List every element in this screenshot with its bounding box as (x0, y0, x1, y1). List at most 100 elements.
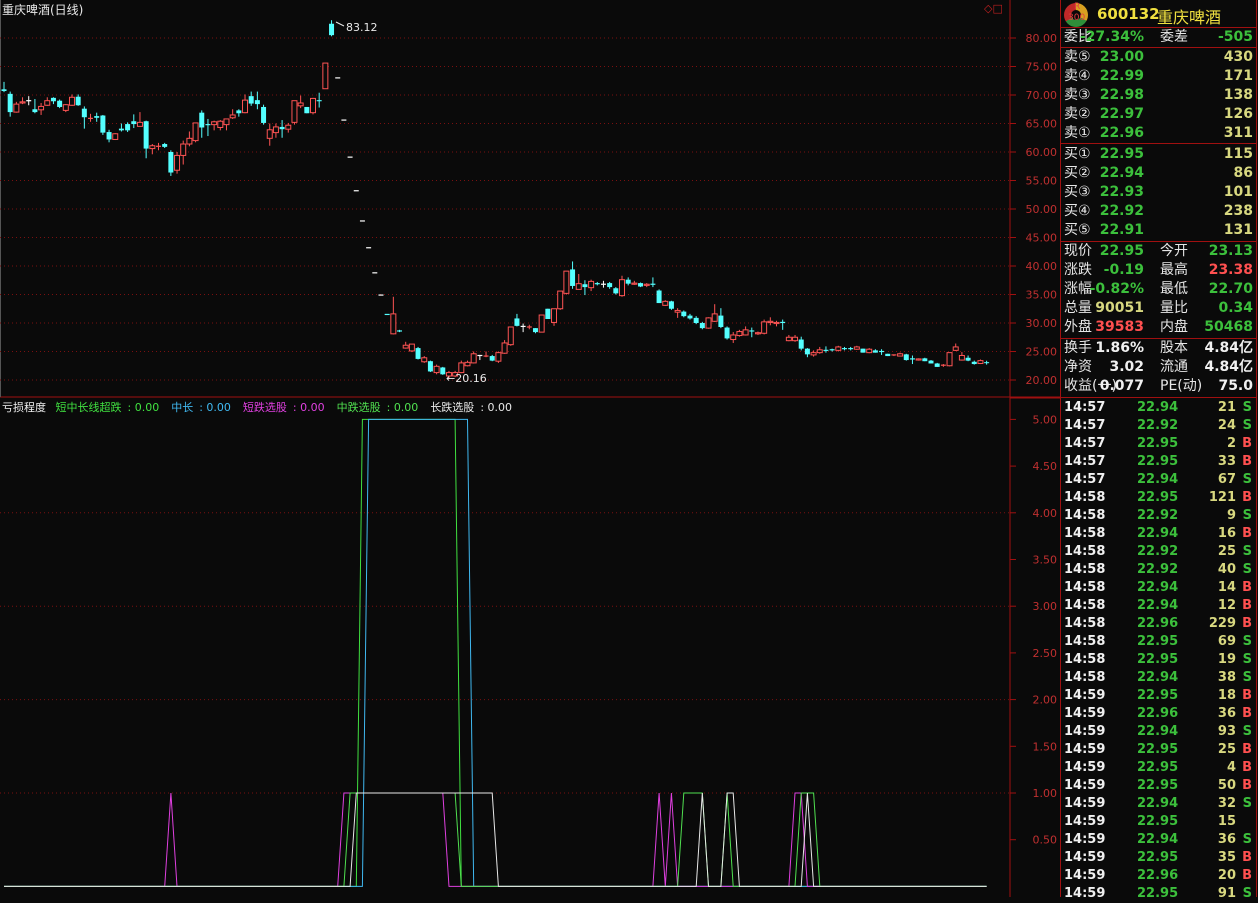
tick-time: 14:57 (1064, 454, 1106, 469)
candle-body (310, 97, 316, 114)
tick-row[interactable]: 14:59 22.94 32 S (1061, 795, 1256, 813)
tick-time: 14:59 (1064, 742, 1106, 757)
indicator-line-长跌选股 (4, 792, 987, 887)
ask-row[interactable]: 卖④ 22.99 171 (1061, 67, 1256, 86)
weibi-row: 委比 -27.34% 委差 -505 (1061, 28, 1256, 47)
stat-value: 23.38 (1208, 262, 1253, 278)
tick-price: 22.95 (1137, 688, 1179, 703)
tick-side: B (1242, 616, 1252, 631)
candle-body (557, 290, 564, 310)
candle-body (693, 317, 699, 323)
tick-time: 14:59 (1064, 814, 1106, 829)
tick-row[interactable]: 14:58 22.94 12 B (1061, 597, 1256, 615)
tick-time: 14:59 (1064, 778, 1106, 793)
tick-row[interactable]: 14:58 22.95 19 S (1061, 651, 1256, 669)
tick-row[interactable]: 14:59 22.95 35 B (1061, 849, 1256, 867)
legend-name: 中跌选股 (336, 401, 381, 414)
price-axis-label: 30.00 (1026, 317, 1058, 330)
tick-row[interactable]: 14:59 22.94 93 S (1061, 723, 1256, 741)
candle-body (804, 348, 810, 355)
candle-body (514, 318, 520, 326)
tick-volume: 121 (1208, 490, 1236, 505)
tick-row[interactable]: 14:58 22.92 9 S (1061, 507, 1256, 525)
ask-row[interactable]: 卖② 22.97 126 (1061, 105, 1256, 124)
ask-row[interactable]: 卖③ 22.98 138 (1061, 86, 1256, 105)
candle-body (495, 352, 502, 362)
candle-body (872, 350, 878, 353)
bid-row[interactable]: 买② 22.94 86 (1061, 164, 1256, 183)
tick-row[interactable]: 14:58 22.94 14 B (1061, 579, 1256, 597)
tick-row[interactable]: 14:59 22.95 4 B (1061, 759, 1256, 777)
stat-label: 内盘 (1160, 319, 1188, 335)
tick-row[interactable]: 14:59 22.95 25 B (1061, 741, 1256, 759)
fundamental-row: 收益(一) 0.077 PE(动) 75.0 (1061, 377, 1256, 396)
bid-row[interactable]: 买① 22.95 115 (1061, 145, 1256, 164)
candle-body (619, 279, 625, 297)
tick-row[interactable]: 14:59 22.95 15 (1061, 813, 1256, 831)
candle-body (427, 361, 433, 372)
stat-label: 量比 (1160, 300, 1188, 316)
tick-price: 22.95 (1137, 850, 1179, 865)
legend-name: 长跌选股 (430, 401, 475, 414)
tick-price: 22.95 (1137, 634, 1179, 649)
tick-row[interactable]: 14:58 22.94 38 S (1061, 669, 1256, 687)
tick-row[interactable]: 14:57 22.94 67 S (1061, 471, 1256, 489)
candle-body (848, 348, 854, 350)
tick-row[interactable]: 14:58 22.95 121 B (1061, 489, 1256, 507)
tick-row[interactable]: 14:58 22.95 69 S (1061, 633, 1256, 651)
ask-row[interactable]: 卖⑤ 23.00 430 (1061, 48, 1256, 67)
tick-volume: 32 (1217, 796, 1236, 811)
tick-row[interactable]: 14:58 22.96 229 B (1061, 615, 1256, 633)
quote-header: R 300 600132 重庆啤酒 (1061, 0, 1256, 27)
tick-row[interactable]: 14:59 22.95 91 S (1061, 885, 1256, 903)
tick-time: 14:59 (1064, 850, 1106, 865)
candle-body (705, 317, 712, 329)
candle-body (952, 346, 959, 351)
candle-body (662, 300, 669, 306)
bid-row[interactable]: 买⑤ 22.91 131 (1061, 221, 1256, 240)
tick-volume: 4 (1226, 760, 1236, 775)
tick-row[interactable]: 14:58 22.94 16 B (1061, 525, 1256, 543)
candle-body (408, 343, 415, 352)
tick-volume: 18 (1217, 688, 1236, 703)
tick-row[interactable]: 14:59 22.96 36 B (1061, 705, 1256, 723)
candle-body (50, 97, 56, 102)
candle-body (736, 331, 743, 337)
candle-body (631, 282, 638, 285)
tick-row[interactable]: 14:59 22.95 50 B (1061, 777, 1256, 795)
candle-body (767, 320, 774, 323)
square-icon[interactable]: □ (992, 2, 1002, 15)
tick-row[interactable]: 14:57 22.95 2 B (1061, 435, 1256, 453)
tick-row[interactable]: 14:58 22.92 40 S (1061, 561, 1256, 579)
tick-row[interactable]: 14:57 22.94 21 S (1061, 399, 1256, 417)
tick-row[interactable]: 14:57 22.92 24 S (1061, 417, 1256, 435)
bid-row[interactable]: 买③ 22.93 101 (1061, 183, 1256, 202)
candle-body (100, 115, 106, 133)
tick-row[interactable]: 14:59 22.96 20 B (1061, 867, 1256, 885)
tick-row[interactable]: 14:59 22.94 36 S (1061, 831, 1256, 849)
ask-volume: 138 (1223, 87, 1253, 103)
candle-body (304, 106, 310, 114)
tick-row[interactable]: 14:57 22.95 33 B (1061, 453, 1256, 471)
tick-price: 22.94 (1137, 400, 1179, 415)
tick-row[interactable]: 14:58 22.92 25 S (1061, 543, 1256, 561)
ask-row[interactable]: 卖① 22.96 311 (1061, 124, 1256, 143)
tick-row[interactable]: 14:59 22.95 18 B (1061, 687, 1256, 705)
candle-body (835, 346, 842, 351)
tick-side: B (1242, 850, 1252, 865)
tick-volume: 15 (1217, 814, 1236, 829)
tick-side: B (1242, 688, 1252, 703)
weicha-value: -505 (1217, 29, 1253, 45)
tick-price: 22.94 (1137, 724, 1179, 739)
tick-side: B (1242, 706, 1252, 721)
price-axis-label: 40.00 (1026, 260, 1058, 273)
chart-area[interactable]: 80.00 75.00 70.00 65.00 60.00 55.00 50.00 45.00… (0, 0, 1060, 897)
bid-row[interactable]: 买④ 22.92 238 (1061, 202, 1256, 221)
tick-price: 22.95 (1137, 652, 1179, 667)
tick-time: 14:59 (1064, 688, 1106, 703)
tick-time: 14:58 (1064, 544, 1106, 559)
stat-label: 最高 (1160, 262, 1188, 278)
bid-volume: 131 (1223, 222, 1253, 238)
legend-name: 中长 (171, 401, 194, 414)
tick-volume: 229 (1208, 616, 1236, 631)
